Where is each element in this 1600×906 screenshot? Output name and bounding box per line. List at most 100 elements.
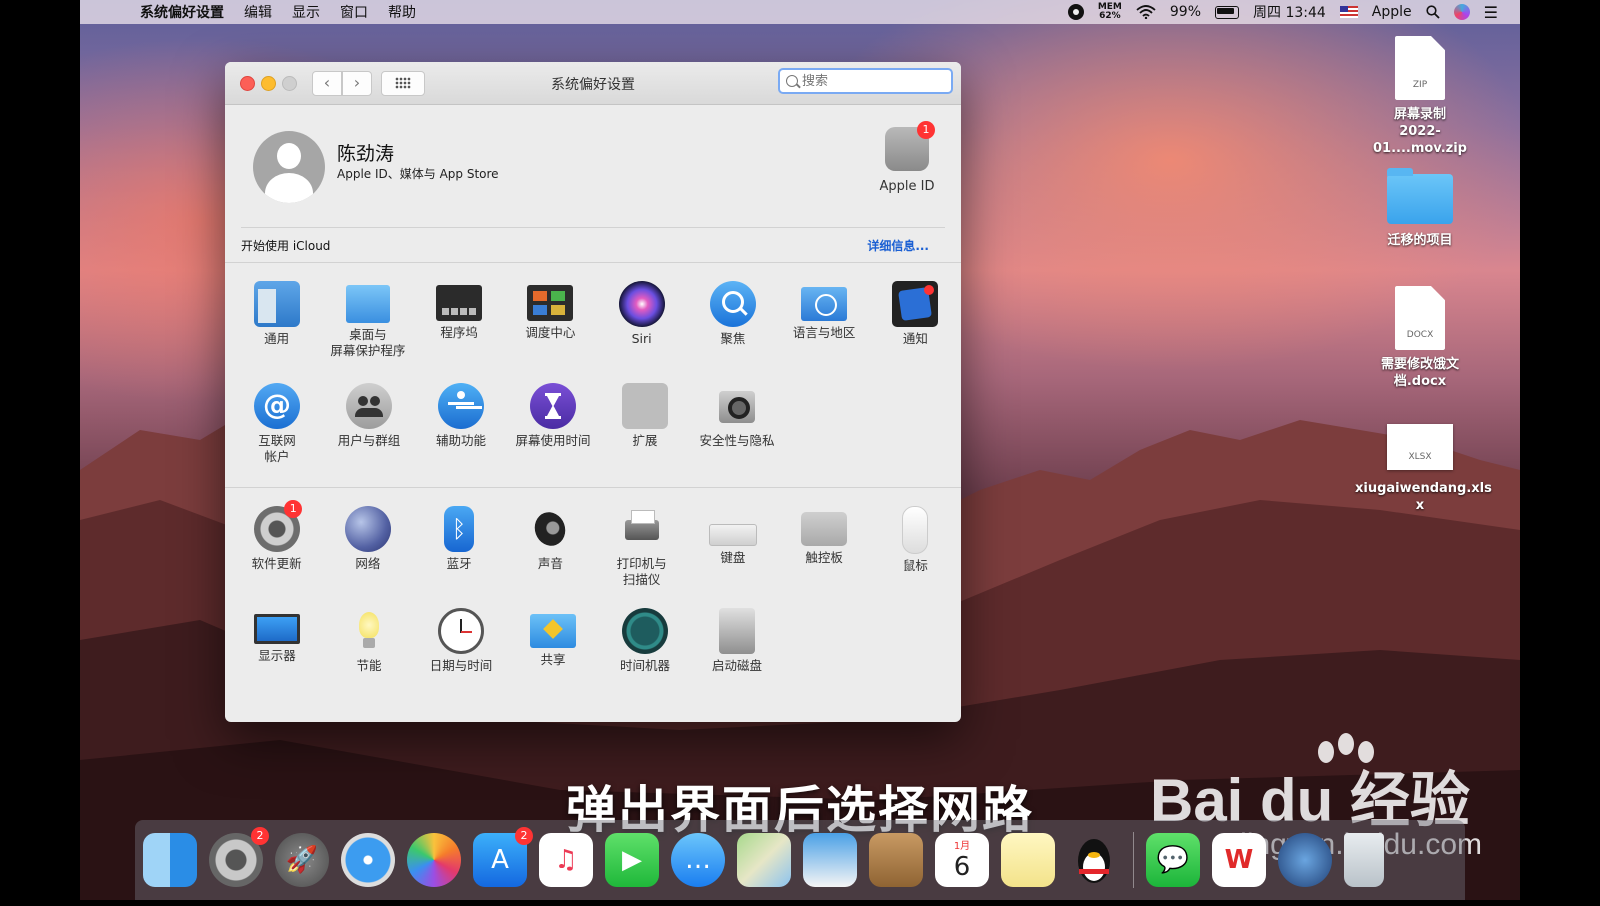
qq-penguin-icon[interactable] bbox=[1067, 833, 1121, 887]
launchpad-rocket-icon[interactable]: 🚀 bbox=[275, 833, 329, 887]
desktop-docx-file[interactable]: DOCX 需要修改饿文 档.docx bbox=[1355, 286, 1485, 390]
account-name: 陈劲涛 bbox=[337, 143, 395, 165]
menu-edit[interactable]: 编辑 bbox=[244, 2, 272, 22]
app-store-icon[interactable]: A2 bbox=[473, 827, 533, 887]
pref-dock[interactable]: 程序坞 bbox=[414, 277, 505, 379]
wechat-icon[interactable]: 💬 bbox=[1146, 833, 1200, 887]
system-preferences-dock-icon[interactable]: 2 bbox=[209, 827, 269, 887]
spotlight-search-icon[interactable] bbox=[1426, 5, 1440, 19]
pref-sound[interactable]: 声音 bbox=[505, 502, 596, 604]
pref-notifications[interactable]: 通知 bbox=[870, 277, 961, 379]
pref-label: 辅助功能 bbox=[435, 433, 486, 448]
security-house-icon bbox=[714, 383, 760, 429]
account-subtitle: Apple ID、媒体与 App Store bbox=[337, 167, 499, 181]
pref-label: 网络 bbox=[355, 556, 381, 571]
printer-icon bbox=[619, 506, 665, 552]
search-input[interactable] bbox=[800, 72, 944, 90]
calendar-icon[interactable]: 1月 6 bbox=[935, 833, 989, 887]
pref-keyboard[interactable]: 键盘 bbox=[687, 502, 778, 604]
contacts-book-icon[interactable] bbox=[869, 833, 923, 887]
menu-help[interactable]: 帮助 bbox=[388, 2, 416, 22]
clock-icon bbox=[438, 608, 484, 654]
pref-screen-time[interactable]: 屏幕使用时间 bbox=[507, 379, 599, 481]
desktop-folder[interactable]: 迁移的项目 bbox=[1355, 168, 1485, 249]
menu-window[interactable]: 窗口 bbox=[340, 2, 368, 22]
user-avatar[interactable] bbox=[253, 131, 325, 203]
pref-language-region[interactable]: 语言与地区 bbox=[779, 277, 870, 379]
pref-users-groups[interactable]: 用户与群组 bbox=[323, 379, 415, 481]
xlsx-file-label: xiugaiwendang.xls x bbox=[1355, 481, 1492, 513]
icloud-text: 开始使用 iCloud bbox=[241, 238, 331, 253]
hardware-prefs-section: 1 软件更新 网络 ᛒ 蓝牙 声音 打印机与 扫描仪 键盘 触控板 鼠标 显示器 节… bbox=[225, 487, 961, 712]
pref-label: 键盘 bbox=[720, 550, 746, 565]
pref-energy-saver[interactable]: 节能 bbox=[323, 604, 415, 706]
memory-indicator[interactable]: MEM 62% bbox=[1098, 3, 1122, 21]
keyboard-icon bbox=[708, 524, 757, 546]
battery-percent[interactable]: 99% bbox=[1170, 4, 1201, 20]
pref-bluetooth[interactable]: ᛒ 蓝牙 bbox=[414, 502, 505, 604]
wifi-icon[interactable] bbox=[1136, 5, 1156, 19]
mouse-icon bbox=[902, 506, 929, 554]
pref-siri[interactable]: Siri bbox=[596, 277, 687, 379]
desktop-zip-file[interactable]: ZIP 屏幕录制 2022-01....mov.zip bbox=[1355, 36, 1485, 157]
pref-security-privacy[interactable]: 安全性与隐私 bbox=[691, 379, 783, 481]
music-note-icon[interactable]: ♫ bbox=[539, 833, 593, 887]
notes-icon[interactable] bbox=[1001, 833, 1055, 887]
pref-startup-disk[interactable]: 启动磁盘 bbox=[691, 604, 783, 706]
input-source-flag-icon[interactable] bbox=[1339, 6, 1358, 18]
hard-disk-icon bbox=[719, 608, 755, 654]
pref-extensions[interactable]: 扩展 bbox=[599, 379, 691, 481]
photos-icon[interactable] bbox=[407, 833, 461, 887]
pref-displays[interactable]: 显示器 bbox=[231, 604, 323, 706]
dock: 2 🚀 A2 ♫ ▶ … 1月 6 💬 W bbox=[135, 820, 1465, 900]
menu-app-name[interactable]: 系统偏好设置 bbox=[140, 2, 224, 22]
pref-label: 程序坞 bbox=[440, 325, 478, 340]
preview-eagle-icon[interactable] bbox=[803, 833, 857, 887]
network-globe-icon bbox=[344, 506, 391, 552]
wps-office-icon[interactable]: W bbox=[1212, 833, 1266, 887]
pref-network[interactable]: 网络 bbox=[322, 502, 413, 604]
pref-label: 调度中心 bbox=[525, 325, 576, 340]
window-titlebar[interactable]: ‹ › 系统偏好设置 bbox=[225, 62, 961, 105]
puzzle-piece-icon bbox=[622, 383, 668, 429]
pref-internet-accounts[interactable]: @ 互联网 帐户 bbox=[231, 379, 323, 481]
maps-icon[interactable] bbox=[737, 833, 791, 887]
pref-desktop-screensaver[interactable]: 桌面与 屏幕保护程序 bbox=[322, 277, 413, 379]
hourglass-icon bbox=[530, 383, 576, 429]
pref-spotlight[interactable]: 聚焦 bbox=[687, 277, 778, 379]
siri-icon[interactable] bbox=[1453, 4, 1470, 20]
apple-logo-icon: 1 bbox=[885, 121, 935, 171]
search-field[interactable] bbox=[778, 68, 953, 94]
battery-icon[interactable] bbox=[1215, 5, 1239, 19]
apple-id-badge: 1 bbox=[917, 121, 935, 139]
messages-bubble-icon[interactable]: … bbox=[671, 833, 725, 887]
menu-clock[interactable]: 周四 13:44 bbox=[1253, 2, 1326, 22]
safari-compass-icon[interactable] bbox=[341, 833, 395, 887]
pref-printers-scanners[interactable]: 打印机与 扫描仪 bbox=[596, 502, 687, 604]
pref-date-time[interactable]: 日期与时间 bbox=[415, 604, 507, 706]
pref-general[interactable]: 通用 bbox=[231, 277, 322, 379]
prefs-row: 通用 桌面与 屏幕保护程序 程序坞 调度中心 Siri 聚焦 语言与地区 通知 bbox=[231, 277, 961, 379]
notification-center-icon[interactable]: ☰ bbox=[1484, 3, 1498, 22]
quicktime-icon[interactable] bbox=[1278, 833, 1332, 887]
facetime-icon[interactable]: ▶ bbox=[605, 833, 659, 887]
pref-label: 屏幕使用时间 bbox=[515, 433, 591, 448]
pref-software-update[interactable]: 1 软件更新 bbox=[231, 500, 322, 604]
pref-time-machine[interactable]: 时间机器 bbox=[599, 604, 691, 706]
pref-trackpad[interactable]: 触控板 bbox=[779, 502, 870, 604]
prefs-row: 显示器 节能 日期与时间 共享 时间机器 启动磁盘 bbox=[231, 604, 961, 706]
trash-icon[interactable] bbox=[1344, 833, 1384, 887]
menu-view[interactable]: 显示 bbox=[292, 2, 320, 22]
pref-label: 通用 bbox=[264, 331, 290, 346]
pref-mission-control[interactable]: 调度中心 bbox=[505, 277, 596, 379]
apple-id-pref[interactable]: 1 Apple ID bbox=[877, 121, 937, 194]
pref-mouse[interactable]: 鼠标 bbox=[870, 502, 961, 604]
pref-accessibility[interactable]: 辅助功能 bbox=[415, 379, 507, 481]
desktop-xlsx-file[interactable]: XLSX xiugaiwendang.xls x bbox=[1355, 416, 1492, 514]
screen-record-icon[interactable] bbox=[1067, 4, 1084, 20]
icloud-details-link[interactable]: 详细信息... bbox=[867, 237, 929, 254]
menu-user[interactable]: Apple bbox=[1372, 4, 1412, 20]
finder-icon[interactable] bbox=[143, 833, 197, 887]
pref-label: 声音 bbox=[537, 556, 563, 571]
pref-sharing[interactable]: 共享 bbox=[507, 604, 599, 706]
